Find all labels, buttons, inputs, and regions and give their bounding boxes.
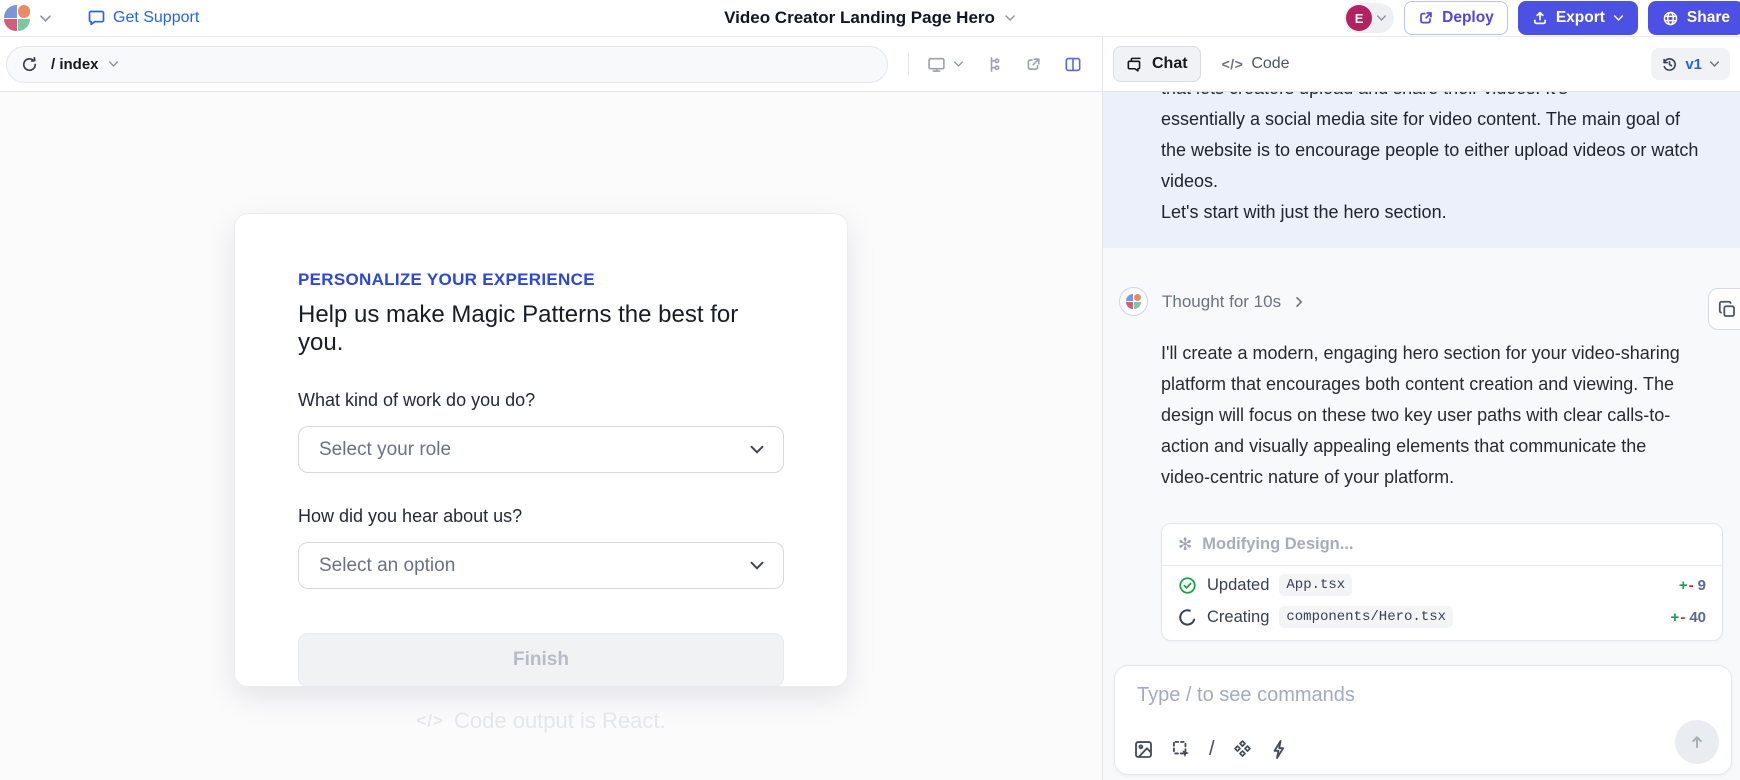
diff-stats: + - 9 [1679,577,1706,594]
get-support-link[interactable]: Get Support [87,9,199,27]
attach-image-icon[interactable] [1133,739,1154,760]
slash-command-icon[interactable]: / [1209,738,1215,761]
user-message-last-line: Let's start with just the hero section. [1161,197,1700,228]
select-element-icon[interactable] [1171,739,1192,760]
thought-summary[interactable]: Thought for 10s [1119,287,1740,316]
task-row-creating[interactable]: Creating components/Hero.tsx + - 40 [1162,604,1722,640]
toolbar-divider [908,53,909,75]
version-label: v1 [1685,56,1702,73]
generation-task-card: ✻ Modifying Design... Updated App.tsx + … [1161,523,1723,641]
code-tag-icon: </> [1222,56,1244,72]
version-selector[interactable]: v1 [1651,48,1730,80]
deploy-label: Deploy [1442,9,1494,27]
thought-label: Thought for 10s [1162,292,1281,312]
diff-stats: + - 40 [1671,609,1706,626]
source-select-value: Select an option [319,555,455,577]
refresh-icon[interactable] [21,56,38,73]
copy-icon [1718,300,1737,319]
chat-message-list[interactable]: that lets creators upload and share thei… [1103,92,1740,780]
preview-panel: / index PERSONALIZE YOUR EXPERIENCE Help… [0,37,1103,780]
app-header: Get Support Video Creator Landing Page H… [0,0,1740,37]
device-chevron-down-icon [953,60,964,68]
assistant-avatar [1119,287,1148,316]
spinner-icon [1178,608,1197,627]
route-chevron-down-icon [108,60,119,68]
get-support-label: Get Support [113,9,199,27]
export-button[interactable]: Export [1518,1,1638,35]
preview-toolbar: / index [0,37,1102,92]
components-diamonds-icon[interactable] [1232,739,1253,760]
finish-button[interactable]: Finish [298,633,784,687]
send-arrow-up-icon [1688,733,1706,751]
split-view-icon[interactable] [1064,56,1082,73]
account-chevron-down-icon [1376,14,1387,22]
desktop-monitor-icon [927,56,946,73]
thought-expand-chevron-icon[interactable] [1295,296,1303,308]
personalize-modal: PERSONALIZE YOUR EXPERIENCE Help us make… [234,213,848,687]
avatar: E [1346,5,1372,31]
task-action-label: Creating [1207,608,1269,627]
component-inspector-icon[interactable] [986,56,1003,73]
role-field-label: What kind of work do you do? [298,390,784,411]
deploy-button[interactable]: Deploy [1404,1,1508,35]
live-preview-canvas: PERSONALIZE YOUR EXPERIENCE Help us make… [0,92,1102,780]
chat-panel: Chat </> Code v1 that lets creators uplo… [1103,37,1740,780]
code-tag-glyph: </> [416,711,444,731]
chat-composer: / [1114,665,1732,775]
user-message-body: essentially a social media site for vide… [1161,104,1700,197]
deploy-external-link-icon [1418,10,1434,26]
role-select-value: Select your role [319,439,451,461]
magic-patterns-mini-logo [1126,294,1141,309]
file-chip: components/Hero.tsx [1279,606,1453,628]
tab-code-label: Code [1251,55,1289,73]
share-button[interactable]: Share [1648,1,1740,35]
support-chat-bubble-icon [87,9,106,27]
user-message: that lets creators upload and share thei… [1103,92,1740,248]
share-label: Share [1687,9,1730,27]
source-select[interactable]: Select an option [298,542,784,589]
preview-url-bar[interactable]: / index [6,46,888,83]
quick-actions-bolt-icon[interactable] [1270,739,1289,760]
version-chevron-down-icon [1709,60,1720,68]
code-output-note: </> Code output is React. [234,708,848,734]
account-menu[interactable]: E [1344,3,1394,33]
chat-input-field[interactable] [1135,682,1711,720]
copy-message-button[interactable] [1708,288,1740,330]
task-row-updated[interactable]: Updated App.tsx + - 9 [1162,566,1722,604]
assistant-message: I'll create a modern, engaging hero sect… [1161,338,1700,493]
magic-patterns-logo [4,5,30,31]
check-circle-icon [1178,576,1197,595]
modal-heading: Help us make Magic Patterns the best for… [298,301,784,357]
modal-eyebrow: PERSONALIZE YOUR EXPERIENCE [298,270,784,290]
title-chevron-down-icon [1004,14,1016,22]
user-message-clipped-line: that lets creators upload and share thei… [1161,92,1700,104]
role-select-chevron-icon [749,444,765,455]
tab-code[interactable]: </> Code [1209,46,1303,82]
task-card-header: ✻ Modifying Design... [1162,524,1722,566]
workspace-chevron-down-icon[interactable] [39,14,52,23]
history-icon [1661,56,1678,73]
project-title[interactable]: Video Creator Landing Page Hero [724,8,1016,28]
chat-toolbar: Chat </> Code v1 [1103,37,1740,92]
export-upload-icon [1532,10,1548,26]
chat-bubbles-icon [1126,56,1144,73]
task-action-label: Updated [1207,576,1269,595]
source-select-chevron-icon [749,560,765,571]
share-globe-icon [1662,10,1679,27]
sparkle-icon: ✻ [1178,536,1192,553]
export-chevron-down-icon [1613,14,1624,22]
file-chip: App.tsx [1279,574,1352,596]
tab-chat-label: Chat [1152,55,1188,73]
export-label: Export [1556,9,1605,27]
send-button[interactable] [1675,720,1719,764]
tab-chat[interactable]: Chat [1113,46,1201,82]
role-select[interactable]: Select your role [298,426,784,473]
preview-route-label: / index [51,56,99,73]
task-status-label: Modifying Design... [1202,535,1353,554]
device-preview-selector[interactable] [927,56,964,73]
source-field-label: How did you hear about us? [298,506,784,527]
open-in-new-window-icon[interactable] [1025,56,1042,73]
